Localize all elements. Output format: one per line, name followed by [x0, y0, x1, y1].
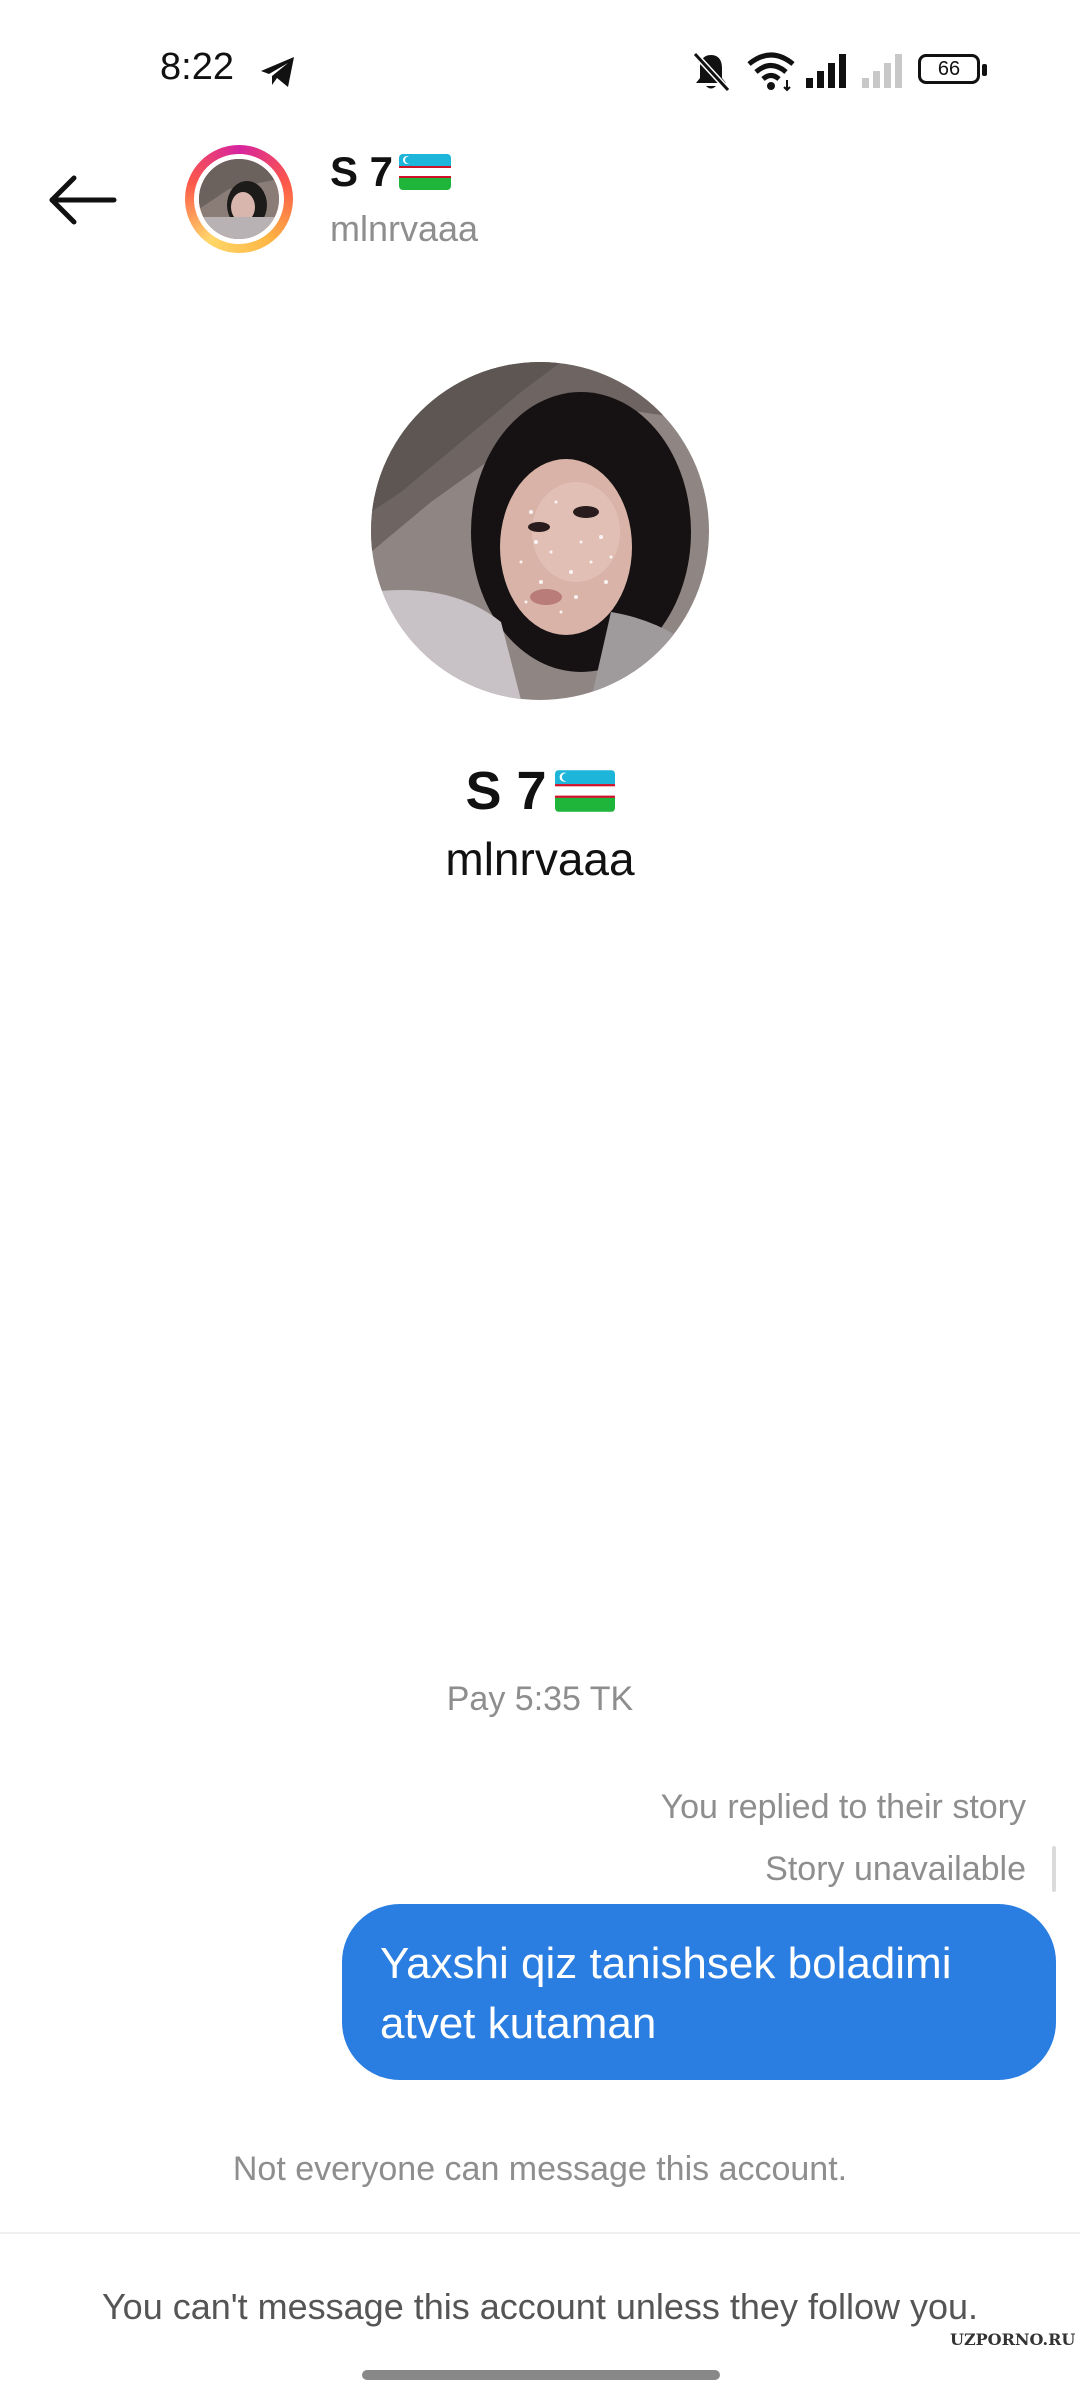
message-timestamp: Pay 5:35 TK: [446, 1680, 634, 1718]
battery-tip: [982, 64, 987, 76]
header-username[interactable]: mlnrvaaa: [330, 208, 478, 250]
arrow-left-icon[interactable]: [42, 160, 122, 240]
story-reply-note: You replied to their story: [660, 1788, 1026, 1826]
header-display-name[interactable]: S 7: [330, 148, 452, 196]
home-indicator[interactable]: [362, 2370, 720, 2380]
story-reply-bar: [1052, 1846, 1056, 1892]
profile-avatar[interactable]: [371, 362, 709, 700]
battery-icon: 66: [918, 54, 990, 88]
avatar-photo: [199, 159, 279, 239]
cant-message-notice: You can't message this account unless th…: [101, 2286, 979, 2327]
status-time: 8:22: [160, 46, 234, 88]
sent-message-bubble[interactable]: Yaxshi qiz tanishsek boladimi atvet kuta…: [342, 1904, 1056, 2080]
status-bar: 8:22 66: [0, 0, 1080, 140]
watermark: UZPORNO.RU: [950, 2330, 1076, 2349]
divider: [0, 2232, 1080, 2234]
story-unavailable-label: Story unavailable: [765, 1850, 1026, 1888]
profile-username: mlnrvaaa: [445, 833, 635, 885]
message-text-line-1: Yaxshi qiz tanishsek boladimi: [380, 1939, 952, 1988]
wifi-icon: [747, 52, 795, 92]
profile-photo: [371, 362, 709, 700]
uzbekistan-flag-icon: [399, 154, 452, 190]
header-avatar[interactable]: [194, 154, 284, 244]
telegram-icon: [261, 57, 294, 87]
signal-weak-icon: [862, 54, 902, 88]
restriction-note: Not everyone can message this account.: [232, 2150, 848, 2188]
uzbekistan-flag-icon: [554, 770, 615, 812]
header-name-text: S 7: [330, 148, 394, 195]
profile-display-name: S 7: [0, 760, 1080, 822]
mute-icon: [692, 51, 731, 93]
signal-icon: [806, 54, 846, 88]
battery-level: 66: [918, 54, 980, 84]
profile-name-text: S 7: [465, 761, 547, 821]
message-text-line-2: atvet kutaman: [380, 1999, 657, 2048]
